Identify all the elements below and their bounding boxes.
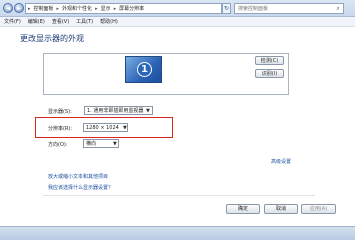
cancel-button[interactable]: 取消: [264, 204, 298, 214]
breadcrumb[interactable]: ▸ 控制面板 ▸ 外观和个性化 ▸ 显示 ▸ 屏幕分辨率: [25, 3, 222, 14]
refresh-icon: ↻: [223, 5, 230, 12]
display-select[interactable]: 1. 通用非即插即用监视器: [84, 106, 153, 115]
chevron-down-icon[interactable]: ▼: [113, 141, 117, 147]
breadcrumb-separator: ▸: [56, 5, 60, 12]
advanced-settings-link[interactable]: 高级设置: [271, 158, 291, 165]
forward-button[interactable]: ►: [14, 3, 24, 13]
menu-edit[interactable]: 编辑(E): [28, 18, 45, 25]
monitor-number-badge: 1: [137, 62, 152, 77]
settings-help-link[interactable]: 我应该选择什么显示器设置？: [48, 184, 113, 191]
text-size-link[interactable]: 放大或缩小文本和其他项目: [48, 173, 108, 180]
apply-button[interactable]: 应用(A): [301, 204, 336, 214]
breadcrumb-separator: ▸: [95, 5, 98, 12]
breadcrumb-item-display[interactable]: 显示: [101, 5, 111, 12]
search-input[interactable]: 搜索控制面板: [234, 3, 344, 14]
refresh-button[interactable]: ↻: [222, 3, 231, 14]
orientation-label: 方向(O):: [48, 142, 68, 148]
resolution-label: 分辨率(R):: [48, 126, 73, 132]
display-label: 显示器(S):: [48, 109, 72, 115]
menu-file[interactable]: 文件(F): [4, 18, 21, 25]
breadcrumb-item-resolution[interactable]: 屏幕分辨率: [119, 5, 144, 12]
back-arrow-icon: ◄: [5, 5, 11, 12]
breadcrumb-item-control-panel[interactable]: 控制面板: [34, 5, 54, 12]
breadcrumb-separator: ▸: [28, 5, 31, 12]
page-title: 更改显示器的外观: [20, 34, 84, 43]
breadcrumb-separator: ▸: [113, 5, 117, 12]
resolution-select[interactable]: 1280 × 1024: [83, 123, 128, 132]
breadcrumb-item-appearance[interactable]: 外观和个性化: [62, 5, 92, 12]
forward-arrow-icon: ►: [16, 5, 22, 12]
chevron-down-icon[interactable]: ▼: [146, 108, 150, 114]
ok-button[interactable]: 确定: [226, 204, 260, 214]
divider: [43, 195, 315, 196]
menu-help[interactable]: 帮助(H): [100, 18, 118, 25]
identify-button[interactable]: 识别(I): [255, 69, 284, 78]
chevron-down-icon[interactable]: ▼: [123, 125, 127, 131]
search-icon[interactable]: ⌕: [334, 4, 342, 13]
menu-tools[interactable]: 工具(T): [76, 18, 93, 25]
menu-bar: 文件(F) 编辑(E) 查看(V) 工具(T) 帮助(H): [0, 17, 355, 27]
back-button[interactable]: ◄: [3, 3, 13, 13]
menu-view[interactable]: 查看(V): [52, 18, 69, 25]
detect-button[interactable]: 检测(C): [255, 56, 284, 65]
monitor-preview-pane: [43, 53, 289, 95]
taskbar: [0, 226, 355, 240]
